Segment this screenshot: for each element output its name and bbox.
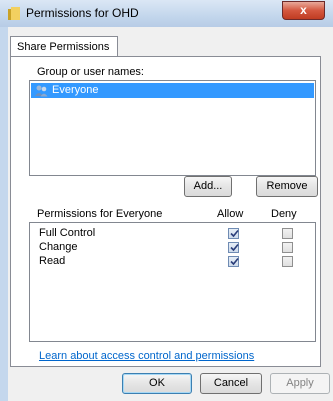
permission-name: Full Control [39, 227, 96, 239]
permission-name: Change [39, 241, 78, 253]
cancel-button[interactable]: Cancel [200, 373, 262, 394]
deny-checkbox[interactable] [282, 242, 293, 253]
window-title: Permissions for OHD [26, 6, 139, 20]
window-left-frame [0, 27, 8, 401]
checkmark-icon [230, 257, 239, 266]
folder-icon [8, 7, 20, 20]
permission-row-full-control: Full Control [30, 227, 315, 241]
ok-button[interactable]: OK [122, 373, 192, 394]
deny-column-header: Deny [271, 208, 297, 220]
permissions-header: Permissions for Everyone [37, 208, 163, 220]
allow-checkbox[interactable] [228, 242, 239, 253]
title-bar: Permissions for OHD x [0, 0, 333, 27]
permission-row-read: Read [30, 255, 315, 269]
deny-checkbox[interactable] [282, 228, 293, 239]
group-names-label: Group or user names: [37, 66, 144, 78]
permissions-dialog: Permissions for OHD x Share Permissions … [0, 0, 333, 401]
deny-checkbox[interactable] [282, 256, 293, 267]
apply-button[interactable]: Apply [270, 373, 330, 394]
checkmark-icon [230, 229, 239, 238]
allow-checkbox[interactable] [228, 228, 239, 239]
allow-checkbox[interactable] [228, 256, 239, 267]
access-control-help-link[interactable]: Learn about access control and permissio… [39, 350, 254, 362]
permissions-list: Full Control Change Read [29, 222, 316, 342]
list-item-label: Everyone [52, 84, 99, 96]
remove-button[interactable]: Remove [256, 176, 318, 197]
close-button[interactable]: x [282, 1, 325, 20]
close-icon: x [300, 3, 307, 17]
group-user-list[interactable]: Everyone [29, 80, 316, 176]
allow-column-header: Allow [217, 208, 244, 220]
permission-name: Read [39, 255, 66, 267]
tab-share-permissions[interactable]: Share Permissions [10, 36, 118, 57]
add-button[interactable]: Add... [184, 176, 232, 197]
users-icon [35, 85, 48, 97]
list-item[interactable]: Everyone [31, 83, 314, 98]
permission-row-change: Change [30, 241, 315, 255]
checkmark-icon [230, 243, 239, 252]
